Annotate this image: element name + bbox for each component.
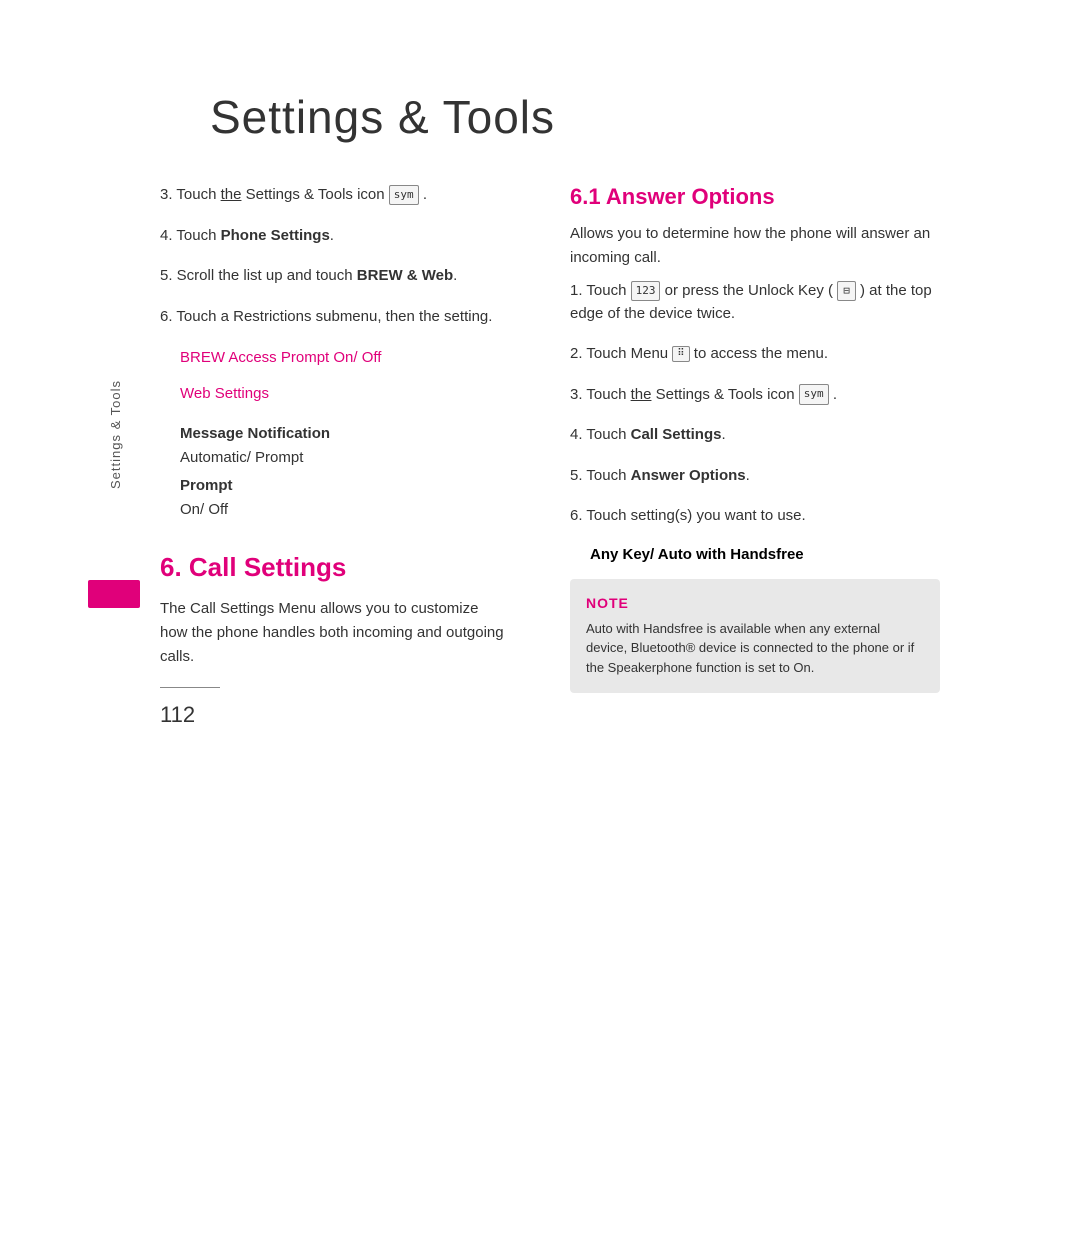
web-settings-item: Web Settings — [180, 382, 510, 406]
page-number: 112 — [160, 702, 510, 728]
prompt-sub: On/ Off — [180, 498, 510, 522]
message-notification-label: Message Notification — [180, 422, 510, 446]
sidebar-label: Settings & Tools — [108, 380, 123, 489]
divider — [160, 687, 220, 688]
section-61-desc: Allows you to determine how the phone wi… — [570, 222, 940, 270]
item-6-text: 6. Touch a Restrictions submenu, then th… — [160, 308, 492, 325]
prompt-label: Prompt — [180, 474, 510, 498]
right-list-item-6: 6. Touch setting(s) you want to use. — [570, 505, 940, 528]
section-6-desc: The Call Settings Menu allows you to cus… — [160, 597, 510, 669]
note-text: Auto with Handsfree is available when an… — [586, 619, 924, 678]
right-list-item-3: 3. Touch the Settings & Tools icon sym . — [570, 384, 940, 407]
brew-access-item: BREW Access Prompt On/ Off — [180, 346, 510, 370]
item-4-bold: Phone Settings — [221, 227, 330, 244]
section-6-heading: 6. Call Settings — [160, 552, 510, 583]
right-item-3-underline: the — [631, 386, 652, 403]
right-list-item-5: 5. Touch Answer Options. — [570, 465, 940, 488]
right-item-5-text: 5. Touch Answer Options. — [570, 467, 750, 484]
note-label: NOTE — [586, 595, 924, 611]
page-container: Settings & Tools Settings & Tools 3. Tou… — [0, 0, 1080, 1234]
section-61-heading: 6.1 Answer Options — [570, 184, 940, 210]
right-column: 6.1 Answer Options Allows you to determi… — [550, 184, 940, 728]
unlock-key-icon: ⊟ — [837, 281, 856, 302]
right-item-1-text: 1. Touch 123 or press the Unlock Key ( ⊟… — [570, 282, 932, 322]
prompt-item: Prompt On/ Off — [180, 474, 510, 522]
num-123-icon: 123 — [631, 281, 661, 302]
web-settings-text: Web Settings — [180, 385, 269, 402]
right-item-2-text: 2. Touch Menu ⠿ to access the menu. — [570, 345, 828, 362]
right-item-5-bold: Answer Options — [631, 467, 746, 484]
item-5-text: 5. Scroll the list up and touch BREW & W… — [160, 267, 457, 284]
content-wrapper: 3. Touch the Settings & Tools icon sym .… — [160, 184, 1080, 728]
list-item-6: 6. Touch a Restrictions submenu, then th… — [160, 306, 510, 329]
sym-icon-2: sym — [799, 384, 829, 405]
right-list-item-1: 1. Touch 123 or press the Unlock Key ( ⊟… — [570, 280, 940, 325]
right-item-4-bold: Call Settings — [631, 426, 722, 443]
right-list-item-2: 2. Touch Menu ⠿ to access the menu. — [570, 343, 940, 366]
list-item-4: 4. Touch Phone Settings. — [160, 225, 510, 248]
right-item-6-text: 6. Touch setting(s) you want to use. — [570, 507, 806, 524]
message-notification-item: Message Notification Automatic/ Prompt — [180, 422, 510, 470]
accent-bar — [88, 580, 140, 608]
brew-access-text: BREW Access Prompt On/ Off — [180, 349, 381, 366]
right-item-3-text: 3. Touch the Settings & Tools icon sym . — [570, 386, 837, 403]
item-3-underline: the — [221, 186, 242, 203]
any-key-line: Any Key/ Auto with Handsfree — [590, 546, 940, 563]
right-item-4-text: 4. Touch Call Settings. — [570, 426, 726, 443]
item-3-number: 3. Touch the Settings & Tools icon sym . — [160, 186, 427, 203]
item-5-bold: BREW & Web — [357, 267, 453, 284]
sym-icon-1: sym — [389, 185, 419, 206]
right-list-item-4: 4. Touch Call Settings. — [570, 424, 940, 447]
note-box: NOTE Auto with Handsfree is available wh… — [570, 579, 940, 694]
list-item-3: 3. Touch the Settings & Tools icon sym . — [160, 184, 510, 207]
list-item-5: 5. Scroll the list up and touch BREW & W… — [160, 265, 510, 288]
page-title: Settings & Tools — [210, 90, 1080, 144]
item-4-text: 4. Touch Phone Settings. — [160, 227, 334, 244]
message-notification-sub: Automatic/ Prompt — [180, 446, 510, 470]
menu-grid-icon: ⠿ — [672, 346, 689, 362]
left-column: 3. Touch the Settings & Tools icon sym .… — [160, 184, 550, 728]
